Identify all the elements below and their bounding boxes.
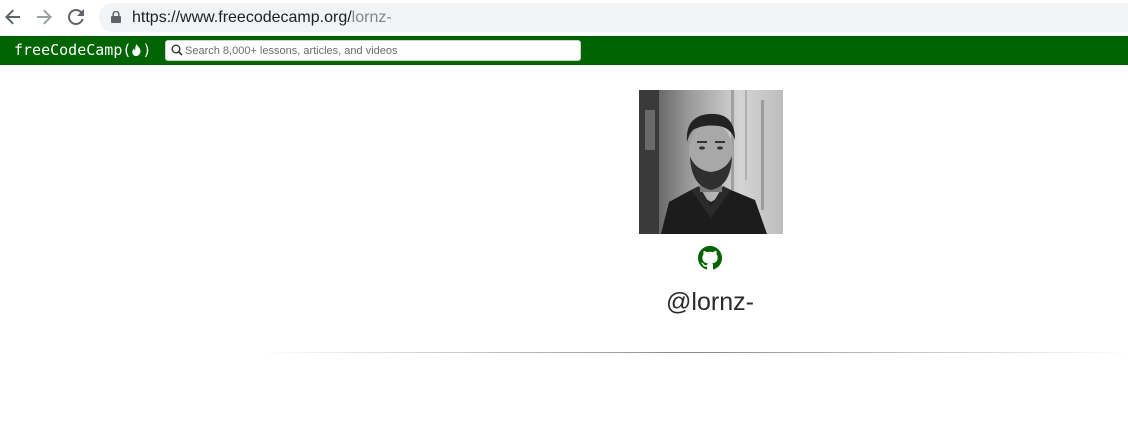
logo-text-suffix: ) (142, 41, 152, 59)
site-navbar: freeCodeCamp( ) (0, 36, 1128, 65)
flame-icon (132, 44, 141, 56)
url-text: https://www.freecodecamp.org/lornz- (132, 9, 392, 27)
profile-username: @lornz- (666, 288, 754, 316)
browser-toolbar: https://www.freecodecamp.org/lornz- (0, 0, 1128, 35)
url-host: https://www.freecodecamp.org/ (132, 9, 352, 26)
search-box[interactable] (165, 40, 581, 61)
back-button[interactable] (0, 4, 26, 30)
lock-icon (111, 11, 121, 23)
reload-icon (68, 9, 84, 25)
avatar-photo (639, 90, 783, 234)
address-bar[interactable]: https://www.freecodecamp.org/lornz- (99, 3, 1128, 32)
github-icon[interactable] (698, 246, 722, 270)
forward-button[interactable] (31, 4, 57, 30)
arrow-right-icon (37, 9, 52, 25)
site-logo[interactable]: freeCodeCamp( ) (14, 40, 151, 60)
logo-text-prefix: freeCodeCamp( (14, 41, 132, 59)
search-icon (171, 44, 183, 56)
url-path: lornz- (351, 9, 392, 26)
arrow-left-icon (5, 9, 20, 25)
avatar (639, 90, 783, 234)
divider (260, 352, 1128, 353)
reload-button[interactable] (63, 4, 89, 30)
search-input[interactable] (185, 41, 575, 60)
